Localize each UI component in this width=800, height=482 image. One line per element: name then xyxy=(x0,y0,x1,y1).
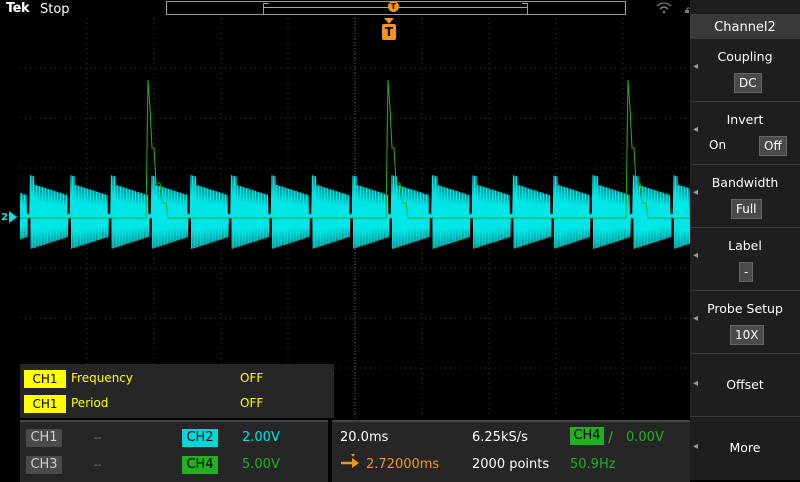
measurement-row[interactable]: CH1 Frequency OFF xyxy=(24,368,334,388)
ch2-scale[interactable]: 2.00V xyxy=(242,430,280,445)
measurement-row[interactable]: CH1 Period OFF xyxy=(24,393,334,413)
measurement-value: OFF xyxy=(240,371,264,385)
top-bar: Tek Stop T xyxy=(0,0,690,18)
time-per-division[interactable]: 20.0ms xyxy=(340,430,388,445)
view-window-right-bracket xyxy=(522,3,528,15)
horizontal-position-icon xyxy=(340,454,362,474)
trigger-slope-icon: ∕ xyxy=(608,428,614,446)
label-label: Label xyxy=(728,238,762,253)
timeline-trigger-marker: T xyxy=(388,1,399,12)
run-state[interactable]: Stop xyxy=(40,2,70,17)
trigger-position-marker[interactable]: T xyxy=(382,24,396,40)
side-menu-title: Channel2 xyxy=(690,18,800,38)
horizontal-trigger-panel: 20.0ms 6.25kS/s CH4 ∕ 0.00V 2.72000ms 20… xyxy=(332,420,690,482)
trigger-level[interactable]: 0.00V xyxy=(626,430,664,445)
brand-logo: Tek xyxy=(6,1,30,16)
coupling-value[interactable]: DC xyxy=(734,73,762,93)
bandwidth-button[interactable]: ◂ Bandwidth Full xyxy=(690,164,800,225)
measurement-source-badge: CH1 xyxy=(24,395,66,413)
more-button[interactable]: ◂ More xyxy=(690,416,800,480)
ch3-button[interactable]: CH3 xyxy=(26,456,62,474)
trigger-frequency: 50.9Hz xyxy=(570,457,616,472)
ch2-marker-arrow xyxy=(8,211,17,223)
ch2-waveform xyxy=(20,175,690,249)
measurement-source-badge: CH1 xyxy=(24,370,66,388)
label-button[interactable]: ◂ Label - xyxy=(690,227,800,288)
bandwidth-label: Bandwidth xyxy=(711,175,779,190)
status-bar: CH1 -- CH2 2.00V CH3 -- CH4 5.00V 20.0ms… xyxy=(20,420,690,482)
measurement-panel: CH1 Frequency OFF CH1 Period OFF xyxy=(20,364,334,418)
probe-setup-value[interactable]: 10X xyxy=(730,325,764,345)
sample-rate: 6.25kS/s xyxy=(472,430,528,445)
waveform-canvas xyxy=(20,18,690,418)
coupling-button[interactable]: ◂ Coupling DC xyxy=(690,38,800,99)
probe-setup-label: Probe Setup xyxy=(707,301,783,316)
wifi-icon xyxy=(656,2,672,17)
measurement-value: OFF xyxy=(240,396,264,410)
record-timeline[interactable]: T xyxy=(166,1,626,15)
more-label: More xyxy=(729,440,761,455)
channel-panel: CH1 -- CH2 2.00V CH3 -- CH4 5.00V xyxy=(20,420,328,482)
bandwidth-value[interactable]: Full xyxy=(731,199,762,219)
measurement-name: Frequency xyxy=(71,371,133,385)
ch1-scale: -- xyxy=(94,433,102,444)
offset-label: Offset xyxy=(726,377,764,392)
offset-button[interactable]: ◂ Offset xyxy=(690,353,800,414)
horizontal-position[interactable]: 2.72000ms xyxy=(366,457,439,472)
label-value[interactable]: - xyxy=(739,262,754,282)
ch1-button[interactable]: CH1 xyxy=(26,429,62,447)
side-menu: Channel2 ◂ Coupling DC ◂ Invert On Off ◂… xyxy=(690,0,800,480)
probe-setup-button[interactable]: ◂ Probe Setup 10X xyxy=(690,290,800,351)
ch2-marker-label: 2 xyxy=(1,212,8,223)
ch2-ground-marker[interactable]: 2 xyxy=(1,211,17,223)
invert-label: Invert xyxy=(726,112,764,127)
ch2-button[interactable]: CH2 xyxy=(182,429,218,447)
invert-off-option[interactable]: Off xyxy=(759,136,787,156)
trigger-source-badge[interactable]: CH4 xyxy=(570,427,604,445)
ch4-button[interactable]: CH4 xyxy=(182,456,218,474)
ch3-scale: -- xyxy=(94,460,102,471)
invert-on-option[interactable]: On xyxy=(709,138,726,152)
view-window-left-bracket xyxy=(263,3,269,15)
waveform-display[interactable] xyxy=(20,18,690,418)
measurement-name: Period xyxy=(71,396,109,410)
coupling-label: Coupling xyxy=(717,49,773,64)
invert-button[interactable]: ◂ Invert On Off xyxy=(690,101,800,162)
record-length: 2000 points xyxy=(472,457,550,472)
ch4-scale[interactable]: 5.00V xyxy=(242,457,280,472)
